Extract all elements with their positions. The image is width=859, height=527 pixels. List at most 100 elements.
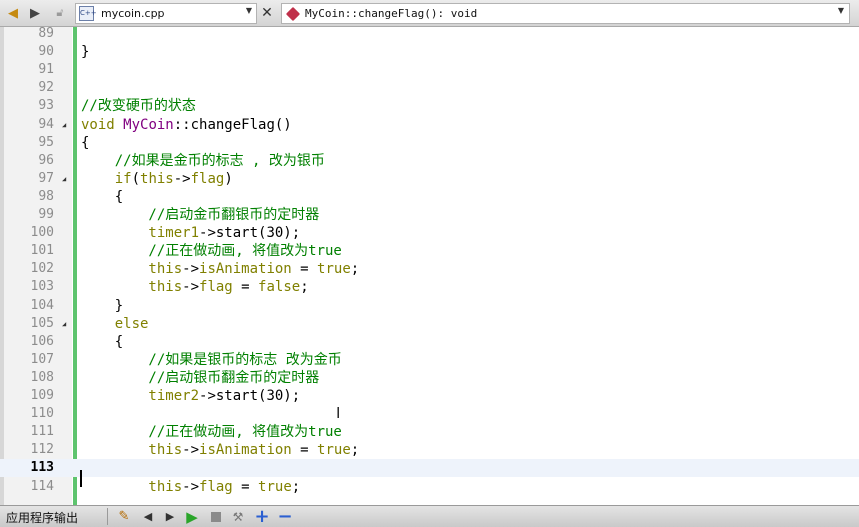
line-number: 104: [30, 297, 54, 313]
code-text: this->flag = false;: [81, 278, 308, 296]
line-number: 90: [38, 44, 54, 60]
code-token: ;: [350, 442, 360, 459]
code-token: MyCoin: [123, 116, 174, 133]
clear-output-icon[interactable]: ✎: [115, 507, 133, 526]
code-token: flag: [199, 478, 233, 495]
code-line[interactable]: 110: [0, 405, 859, 423]
code-line[interactable]: 91: [0, 61, 859, 79]
code-token: this: [81, 279, 183, 296]
code-text: //正在做动画, 将值改为true: [81, 423, 342, 441]
code-text: else: [81, 315, 149, 333]
code-line[interactable]: 106 {: [0, 333, 859, 351]
code-token: (: [131, 170, 141, 187]
code-line[interactable]: 99 //启动金币翻银币的定时器: [0, 206, 859, 224]
forward-arrow-icon[interactable]: ▶: [27, 4, 43, 22]
close-file-button[interactable]: ✕: [258, 4, 276, 22]
code-token: }: [81, 44, 90, 61]
code-text: //启动金币翻银币的定时器: [81, 206, 319, 224]
code-line[interactable]: 92: [0, 79, 859, 97]
code-line[interactable]: 111 //正在做动画, 将值改为true: [0, 423, 859, 441]
code-token: //正在做动画, 将值改为true: [81, 424, 342, 441]
text-cursor: [80, 470, 82, 487]
code-line[interactable]: 89: [0, 27, 859, 43]
file-name: mycoin.cpp: [101, 7, 165, 20]
panel-title[interactable]: 应用程序输出: [6, 509, 78, 526]
close-icon: ✕: [261, 5, 273, 21]
code-line[interactable]: 105 ◢ else: [0, 315, 859, 333]
previous-icon[interactable]: ◀: [139, 507, 157, 526]
line-number: 99: [38, 207, 54, 222]
code-line[interactable]: 94 ◢ void MyCoin::changeFlag(): [0, 116, 859, 134]
output-pane-bar: 应用程序输出 ✎ ◀ ▶ ▶ ⚒ + −: [0, 505, 859, 527]
mouse-ibeam-cursor: I: [336, 404, 341, 422]
line-number: 105: [30, 315, 54, 331]
zoom-in-icon[interactable]: +: [253, 506, 271, 527]
code-token: //启动金币翻银币的定时器: [81, 207, 320, 223]
back-arrow-icon[interactable]: ◀: [5, 4, 21, 22]
symbol-dropdown[interactable]: MyCoin::changeFlag(): void ▼: [281, 3, 850, 24]
code-text: this->isAnimation = true;: [81, 260, 359, 278]
code-line[interactable]: 112 this->isAnimation = true;: [0, 441, 859, 459]
code-token: {: [81, 134, 90, 151]
code-token: timer1: [81, 225, 200, 242]
stop-icon[interactable]: [207, 507, 225, 526]
code-editor[interactable]: 89 90} 91 92 93//改变硬币的状态 94 ◢ void MyCoin::chan…: [0, 27, 859, 505]
code-line[interactable]: 107 //如果是银币的标志 改为金币: [0, 351, 859, 369]
code-line[interactable]: 93 //改变硬币的状态: [0, 97, 859, 115]
debug-icon[interactable]: ⚒: [229, 507, 247, 526]
next-icon[interactable]: ▶: [161, 507, 179, 526]
fold-toggle-icon[interactable]: ◢: [62, 121, 66, 129]
code-line[interactable]: 102 this->isAnimation = true;: [0, 260, 859, 278]
code-line[interactable]: 90}: [0, 43, 859, 61]
code-line[interactable]: 101 //正在做动画, 将值改为true: [0, 242, 859, 260]
line-number: 108: [30, 369, 54, 385]
code-text: {: [81, 333, 123, 351]
lock-icon[interactable]: 🔓︎: [52, 4, 68, 22]
fold-toggle-icon[interactable]: ◢: [62, 320, 66, 328]
code-token: timer2: [81, 388, 200, 404]
line-number: 112: [30, 442, 54, 458]
code-text: {: [81, 188, 123, 206]
code-line[interactable]: 114 this->flag = true;: [0, 478, 859, 496]
code-token: flag: [190, 170, 225, 187]
line-number: 101: [30, 243, 54, 259]
line-number: 106: [30, 333, 54, 349]
code-token: isAnimation: [199, 261, 292, 278]
line-number: 111: [30, 424, 54, 440]
code-line[interactable]: 109 timer2->start(30);: [0, 387, 859, 405]
code-line[interactable]: 100 timer1->start(30);: [0, 224, 859, 242]
line-number: 114: [30, 478, 54, 494]
editor-toolbar: ◀ ▶ 🔓︎ C++ mycoin.cpp ▼ ✕ MyCoin::change…: [0, 0, 859, 27]
current-function-name: MyCoin::changeFlag(): void: [305, 7, 478, 20]
code-token: true: [317, 442, 351, 459]
code-text: }: [81, 297, 123, 315]
code-token: isAnimation: [199, 442, 292, 459]
code-line[interactable]: 103 this->flag = false;: [0, 278, 859, 296]
line-number: 100: [30, 225, 54, 241]
code-text: //正在做动画, 将值改为true: [81, 242, 342, 260]
code-token: this: [81, 442, 183, 459]
code-token: false: [258, 279, 301, 296]
code-line[interactable]: 95 {: [0, 134, 859, 152]
fold-toggle-icon[interactable]: ◢: [62, 175, 66, 183]
run-icon[interactable]: ▶: [183, 507, 201, 526]
code-token: //正在做动画, 将值改为true: [81, 243, 342, 260]
code-line[interactable]: 98 {: [0, 188, 859, 206]
code-token: else: [81, 315, 149, 332]
open-file-dropdown[interactable]: C++ mycoin.cpp ▼: [75, 3, 257, 24]
code-line[interactable]: 104 }: [0, 297, 859, 315]
code-token: ->: [182, 478, 200, 495]
zoom-out-icon[interactable]: −: [276, 506, 294, 527]
code-line[interactable]: 97 ◢ if(this->flag): [0, 170, 859, 188]
code-text: if(this->flag): [81, 170, 233, 188]
divider: [107, 508, 108, 525]
code-text: }: [81, 43, 89, 61]
line-number: 98: [38, 188, 54, 204]
code-line[interactable]: 113: [0, 459, 859, 478]
code-token: ->start(30);: [199, 225, 301, 242]
line-number: 96: [38, 152, 54, 168]
code-line[interactable]: 108 //启动银币翻金币的定时器: [0, 369, 859, 387]
function-icon: [285, 6, 301, 21]
line-number: 95: [38, 134, 54, 150]
code-line[interactable]: 96 //如果是金币的标志 , 改为银币: [0, 152, 859, 170]
